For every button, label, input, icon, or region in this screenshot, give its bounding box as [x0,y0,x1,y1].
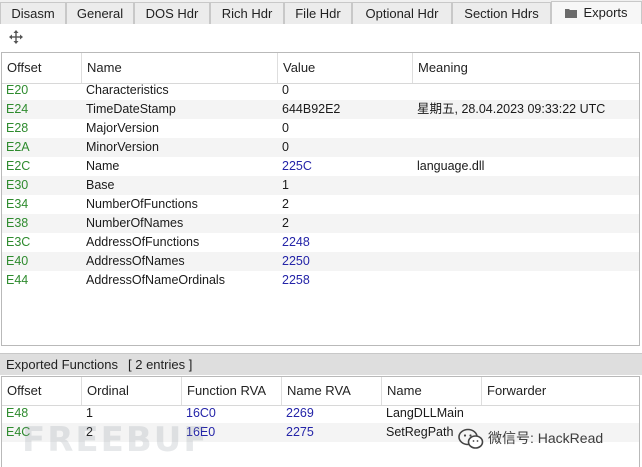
column-name[interactable]: Name [382,377,482,405]
tab-exports[interactable]: Exports [551,1,642,24]
folder-icon [565,9,578,18]
cell-offset: E34 [6,197,29,211]
wechat-icon [458,428,484,450]
column-name[interactable]: Name [82,53,278,83]
cell-offset: E40 [6,254,29,268]
cell-meaning [413,214,417,233]
cell-meaning [413,81,417,100]
cell-meaning [413,138,417,157]
tab-exports-label: Exports [583,5,628,20]
column-meaning[interactable]: Meaning [413,53,639,83]
cell-meaning: 星期五, 28.04.2023 09:33:22 UTC [417,102,606,116]
watermark-freebuf: FREEBUF [22,420,209,460]
cell-value: 2 [282,216,289,230]
tab-disasm[interactable]: Disasm [0,2,66,24]
cell-name: AddressOfNameOrdinals [86,273,225,287]
cell-meaning [413,119,417,138]
exports-directory-table: Offset Name Value Meaning E20 Characteri… [1,52,640,346]
cell-value: 225C [282,159,312,173]
cell-name: NumberOfFunctions [86,197,198,211]
column-offset[interactable]: Offset [2,377,82,405]
cell-meaning [413,176,417,195]
cell-name: NumberOfNames [86,216,184,230]
tab-general[interactable]: General [66,2,134,24]
tab-optional-hdr[interactable]: Optional Hdr [352,2,452,24]
cell-offset: E2C [6,159,31,173]
cell-name: SetRegPath [386,425,454,439]
cell-name: MinorVersion [86,140,159,154]
table-header: Offset Name Value Meaning [2,53,639,84]
table-row[interactable]: E40 AddressOfNames 2250 [2,252,639,271]
cell-value: 2258 [282,273,310,287]
entries-count: [ 2 entries ] [128,357,193,372]
column-ordinal[interactable]: Ordinal [82,377,182,405]
table-row[interactable]: E28 MajorVersion 0 [2,119,639,138]
column-function-rva[interactable]: Function RVA [182,377,282,405]
tab-dos-hdr[interactable]: DOS Hdr [134,2,210,24]
cell-name: TimeDateStamp [86,102,176,116]
cell-name-rva: 2275 [286,425,314,439]
cell-name: MajorVersion [86,121,159,135]
cell-name: Name [86,159,120,173]
cell-meaning: language.dll [417,159,485,173]
table-row[interactable]: E24 TimeDateStamp 644B92E2 星期五, 28.04.20… [2,100,639,119]
watermark-wechat-text: 微信号: HackRead [488,430,604,446]
cell-value: 2 [282,197,289,211]
cell-name: Characteristics [86,83,169,97]
cell-name: LangDLLMain [386,406,464,420]
cell-value: 0 [282,83,289,97]
column-value[interactable]: Value [278,53,413,83]
cell-offset: E20 [6,83,29,97]
section-title: Exported Functions [6,357,119,372]
tab-bar: Disasm General DOS Hdr Rich Hdr File Hdr… [0,0,642,24]
cell-offset: E28 [6,121,29,135]
cell-meaning [413,252,417,271]
cell-forwarder [482,404,486,423]
tab-file-hdr[interactable]: File Hdr [284,2,352,24]
column-forwarder[interactable]: Forwarder [482,377,639,405]
watermark-wechat: 微信号: HackRead [458,425,603,451]
cell-value: 644B92E2 [282,102,341,116]
tab-section-hdrs[interactable]: Section Hdrs [452,2,551,24]
table-header: Offset Ordinal Function RVA Name RVA Nam… [2,377,639,406]
table-row[interactable]: E38 NumberOfNames 2 [2,214,639,233]
cell-name: AddressOfFunctions [86,235,200,249]
cell-offset: E44 [6,273,29,287]
cell-meaning [413,195,417,214]
table-row[interactable]: E20 Characteristics 0 [2,81,639,100]
table-row[interactable]: E34 NumberOfFunctions 2 [2,195,639,214]
column-offset[interactable]: Offset [2,53,82,83]
cell-value: 2248 [282,235,310,249]
table-row[interactable]: E30 Base 1 [2,176,639,195]
cell-value: 1 [282,178,289,192]
cell-offset: E24 [6,102,29,116]
cell-name: AddressOfNames [86,254,185,268]
cell-name: Base [86,178,115,192]
cell-offset: E30 [6,178,29,192]
cell-offset: E38 [6,216,29,230]
column-name-rva[interactable]: Name RVA [282,377,382,405]
table-row[interactable]: E3C AddressOfFunctions 2248 [2,233,639,252]
cell-value: 2250 [282,254,310,268]
cell-meaning [413,271,417,290]
table-row[interactable]: E2A MinorVersion 0 [2,138,639,157]
move-icon[interactable] [8,29,24,45]
cell-meaning [413,233,417,252]
cell-value: 0 [282,121,289,135]
cell-name-rva: 2269 [286,406,314,420]
exported-functions-header: Exported Functions [ 2 entries ] [0,353,642,375]
tab-rich-hdr[interactable]: Rich Hdr [210,2,284,24]
cell-offset: E3C [6,235,31,249]
table-row[interactable]: E44 AddressOfNameOrdinals 2258 [2,271,639,290]
cell-value: 0 [282,140,289,154]
toolbar [0,24,642,50]
cell-offset: E2A [6,140,30,154]
table-row[interactable]: E2C Name 225C language.dll [2,157,639,176]
